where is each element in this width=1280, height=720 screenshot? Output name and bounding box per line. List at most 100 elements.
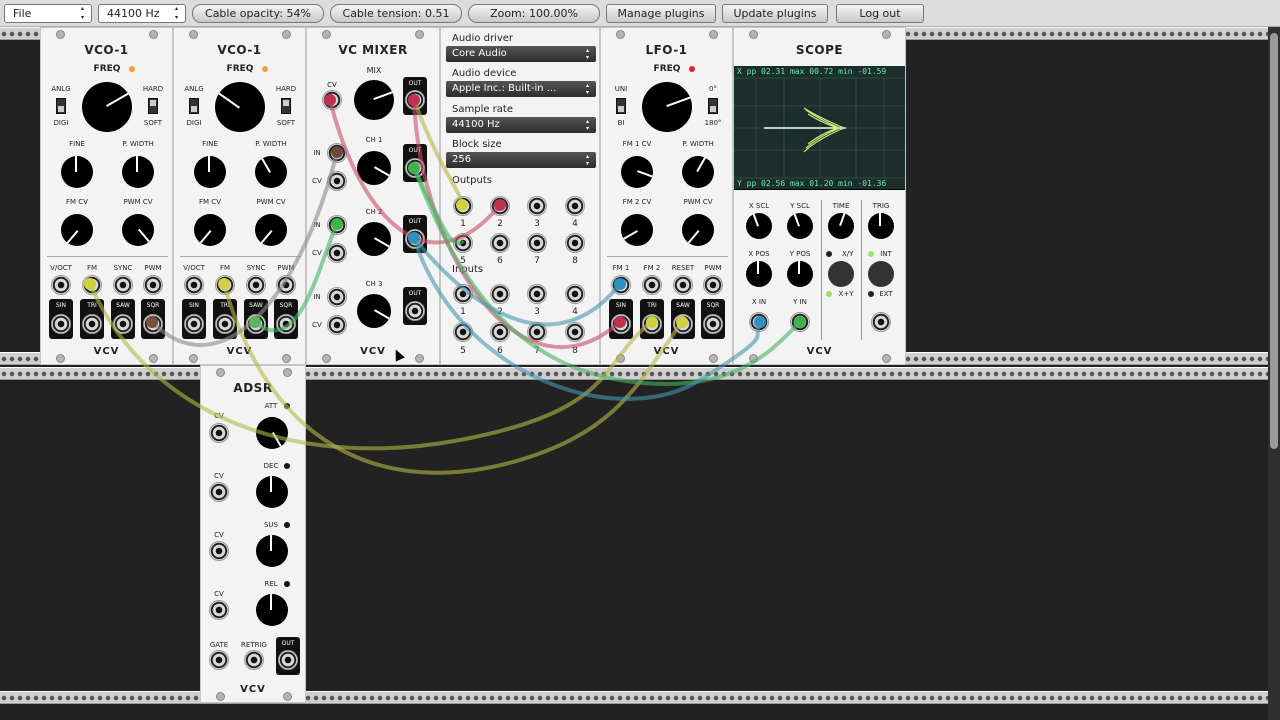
ch3-in-jack[interactable] — [327, 287, 347, 307]
y-pos-knob[interactable] — [787, 261, 813, 287]
pwm-input-jack[interactable] — [703, 275, 723, 295]
ch2-level-knob[interactable] — [357, 222, 391, 256]
audio-output-jack-4[interactable] — [565, 196, 585, 216]
ch3-level-knob[interactable] — [357, 294, 391, 328]
trigger-source-button[interactable] — [868, 261, 894, 287]
ch3-cv-jack[interactable] — [327, 315, 347, 335]
x-input-jack[interactable] — [749, 312, 769, 332]
release-knob[interactable] — [256, 594, 288, 626]
saw-output-jack[interactable] — [113, 314, 133, 334]
ext-trigger-jack[interactable] — [871, 312, 891, 332]
audio-output-jack-8[interactable] — [565, 233, 585, 253]
fine-knob[interactable] — [61, 156, 93, 188]
update-plugins-button[interactable]: Update plugins — [722, 4, 828, 23]
anlg-digi-switch[interactable] — [56, 98, 66, 114]
saw-output-jack[interactable] — [246, 314, 266, 334]
decay-knob[interactable] — [256, 476, 288, 508]
fine-knob[interactable] — [194, 156, 226, 188]
attack-knob[interactable] — [256, 417, 288, 449]
anlg-digi-switch[interactable] — [189, 98, 199, 114]
tri-output-jack[interactable] — [82, 314, 102, 334]
pwm-input-jack[interactable] — [276, 275, 296, 295]
uni-bi-switch[interactable] — [616, 98, 626, 114]
sync-input-jack[interactable] — [246, 275, 266, 295]
audio-input-jack-6[interactable] — [490, 322, 510, 342]
sync-mode-switch[interactable] — [281, 98, 291, 114]
zoom-slider[interactable]: Zoom: 100.00% — [468, 4, 600, 23]
y-input-jack[interactable] — [790, 312, 810, 332]
fm-cv-knob[interactable] — [61, 214, 93, 246]
sync-mode-switch[interactable] — [148, 98, 158, 114]
pwidth-knob[interactable] — [255, 156, 287, 188]
retrig-input-jack[interactable] — [244, 650, 264, 670]
audio-input-jack-2[interactable] — [490, 284, 510, 304]
file-menu[interactable]: File — [4, 4, 92, 23]
sqr-output-jack[interactable] — [143, 314, 163, 334]
audio-input-jack-3[interactable] — [527, 284, 547, 304]
audio-input-jack-1[interactable] — [453, 284, 473, 304]
mix-level-knob[interactable] — [354, 80, 394, 120]
ch1-cv-jack[interactable] — [327, 171, 347, 191]
x-pos-knob[interactable] — [746, 261, 772, 287]
y-scale-knob[interactable] — [787, 213, 813, 239]
fm1-input-jack[interactable] — [611, 275, 631, 295]
pwidth-knob[interactable] — [122, 156, 154, 188]
sqr-output-jack[interactable] — [703, 314, 723, 334]
sqr-output-jack[interactable] — [276, 314, 296, 334]
sin-output-jack[interactable] — [184, 314, 204, 334]
time-knob[interactable] — [828, 213, 854, 239]
cable-opacity-slider[interactable]: Cable opacity: 54% — [192, 4, 324, 23]
decay-cv-jack[interactable] — [209, 482, 229, 502]
mode-button[interactable] — [828, 261, 854, 287]
ch2-in-jack[interactable] — [327, 215, 347, 235]
reset-input-jack[interactable] — [673, 275, 693, 295]
audio-input-jack-7[interactable] — [527, 322, 547, 342]
block-size-select[interactable]: 256 — [446, 152, 596, 168]
cable-tension-slider[interactable]: Cable tension: 0.51 — [330, 4, 462, 23]
mix-cv-jack[interactable] — [322, 90, 342, 110]
tri-output-jack[interactable] — [642, 314, 662, 334]
sustain-knob[interactable] — [256, 535, 288, 567]
trigger-level-knob[interactable] — [868, 213, 894, 239]
log-out-button[interactable]: Log out — [836, 4, 924, 23]
attack-cv-jack[interactable] — [209, 423, 229, 443]
gate-input-jack[interactable] — [209, 650, 229, 670]
fm-input-jack[interactable] — [82, 275, 102, 295]
manage-plugins-button[interactable]: Manage plugins — [606, 4, 716, 23]
freq-knob[interactable] — [642, 82, 692, 132]
audio-output-jack-7[interactable] — [527, 233, 547, 253]
phase-switch[interactable] — [708, 98, 718, 114]
vertical-scrollbar[interactable] — [1268, 27, 1280, 720]
scrollbar-thumb[interactable] — [1270, 33, 1278, 449]
sin-output-jack[interactable] — [51, 314, 71, 334]
fm2-cv-knob[interactable] — [621, 214, 653, 246]
ch2-output-jack[interactable] — [405, 229, 425, 249]
x-scale-knob[interactable] — [746, 213, 772, 239]
voct-input-jack[interactable] — [51, 275, 71, 295]
pwm-input-jack[interactable] — [143, 275, 163, 295]
fm-cv-knob[interactable] — [194, 214, 226, 246]
sample-rate-select[interactable]: 44100 Hz — [98, 4, 186, 23]
ch2-cv-jack[interactable] — [327, 243, 347, 263]
audio-output-jack-1[interactable] — [453, 196, 473, 216]
envelope-output-jack[interactable] — [278, 650, 298, 670]
sync-input-jack[interactable] — [113, 275, 133, 295]
pwm-cv-knob[interactable] — [682, 214, 714, 246]
freq-knob[interactable] — [82, 82, 132, 132]
release-cv-jack[interactable] — [209, 600, 229, 620]
audio-driver-select[interactable]: Core Audio — [446, 46, 596, 62]
audio-device-select[interactable]: Apple Inc.: Built-in ... — [446, 81, 596, 97]
freq-knob[interactable] — [215, 82, 265, 132]
tri-output-jack[interactable] — [215, 314, 235, 334]
rack-workspace[interactable]: VCO-1 FREQ ANLG DIGI HARD SOFT FINE P. W… — [0, 27, 1268, 720]
audio-output-jack-5[interactable] — [453, 233, 473, 253]
sin-output-jack[interactable] — [611, 314, 631, 334]
ch1-output-jack[interactable] — [405, 158, 425, 178]
ch1-in-jack[interactable] — [327, 143, 347, 163]
pwidth-knob[interactable] — [682, 156, 714, 188]
audio-input-jack-5[interactable] — [453, 322, 473, 342]
audio-output-jack-3[interactable] — [527, 196, 547, 216]
audio-input-jack-8[interactable] — [565, 322, 585, 342]
audio-output-jack-2[interactable] — [490, 196, 510, 216]
pwm-cv-knob[interactable] — [255, 214, 287, 246]
